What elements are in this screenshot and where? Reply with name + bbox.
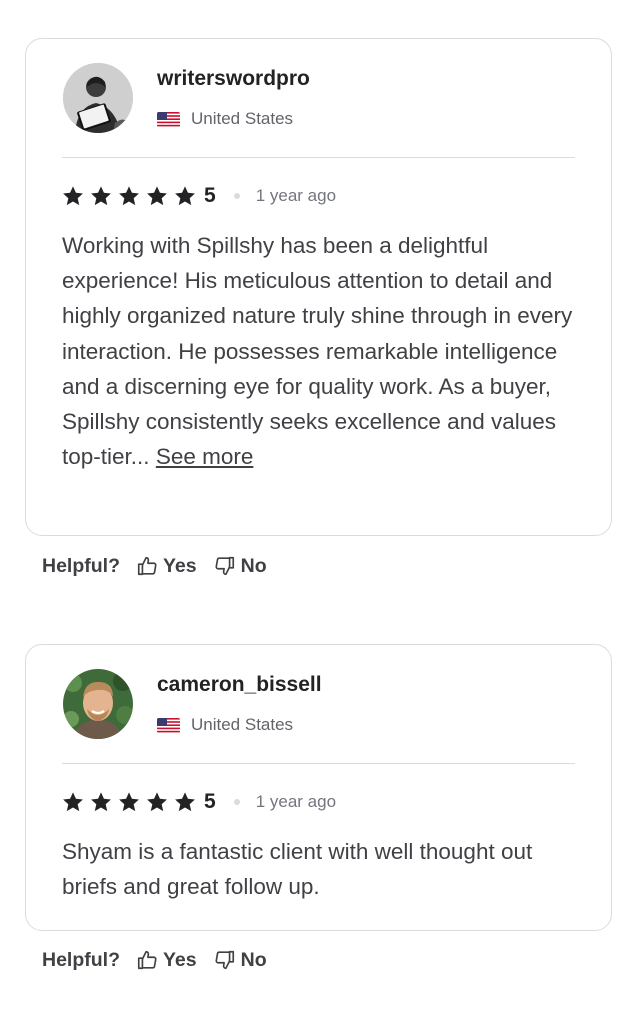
thumbs-up-icon (137, 950, 157, 970)
separator-dot (233, 193, 240, 199)
star-icon (63, 792, 83, 812)
helpful-yes-button[interactable]: Yes (136, 949, 197, 972)
reviewer-username[interactable]: writerswordpro (157, 67, 310, 91)
star-icon (91, 792, 111, 812)
thumbs-up-icon (137, 556, 157, 576)
star-icon (119, 792, 139, 812)
review-body: Working with Spillshy has been a delight… (62, 233, 573, 470)
reviewer-username[interactable]: cameron_bissell (157, 673, 322, 697)
star-icon (63, 186, 83, 206)
helpful-no-label: No (240, 948, 267, 971)
helpful-row: Helpful? Yes No (42, 553, 284, 579)
rating-value: 5 (204, 184, 216, 207)
reviewer-country: United States (157, 109, 293, 129)
divider (62, 157, 575, 158)
review-card: cameron_bissell United States 5 1 year a… (25, 644, 612, 931)
user-avatar[interactable] (63, 669, 133, 739)
helpful-label: Helpful? (42, 554, 120, 577)
helpful-no-button[interactable]: No (214, 949, 267, 972)
us-flag-icon (157, 717, 180, 733)
star-icon (175, 792, 195, 812)
country-name: United States (191, 715, 294, 734)
star-rating (62, 791, 204, 813)
helpful-no-label: No (240, 554, 267, 577)
star-icon (147, 792, 167, 812)
rating-row: 5 1 year ago (62, 789, 336, 815)
rating-value: 5 (204, 790, 216, 813)
thumbs-down-icon (215, 556, 234, 576)
review-text: Shyam is a fantastic client with well th… (62, 834, 582, 904)
rating-row: 5 1 year ago (62, 183, 336, 209)
country-name: United States (191, 109, 294, 128)
star-icon (91, 186, 111, 206)
divider (62, 763, 575, 764)
star-icon (175, 186, 195, 206)
review-time: 1 year ago (255, 792, 337, 811)
helpful-yes-label: Yes (163, 554, 197, 577)
thumbs-down-icon (215, 950, 234, 970)
helpful-yes-label: Yes (163, 948, 197, 971)
reviewer-country: United States (157, 715, 293, 735)
star-icon (147, 186, 167, 206)
separator-dot (233, 799, 240, 805)
helpful-label: Helpful? (42, 948, 120, 971)
review-time: 1 year ago (255, 186, 337, 205)
review-text: Working with Spillshy has been a delight… (62, 228, 582, 474)
see-more-link[interactable]: See more (156, 444, 254, 469)
review-card: writerswordpro United States 5 1 year ag… (25, 38, 612, 536)
review-body: Shyam is a fantastic client with well th… (62, 839, 533, 900)
us-flag-icon (157, 111, 180, 127)
user-avatar[interactable] (63, 63, 133, 133)
star-icon (119, 186, 139, 206)
helpful-row: Helpful? Yes No (42, 947, 284, 973)
helpful-yes-button[interactable]: Yes (136, 555, 197, 578)
star-rating (62, 185, 204, 207)
helpful-no-button[interactable]: No (214, 555, 267, 578)
